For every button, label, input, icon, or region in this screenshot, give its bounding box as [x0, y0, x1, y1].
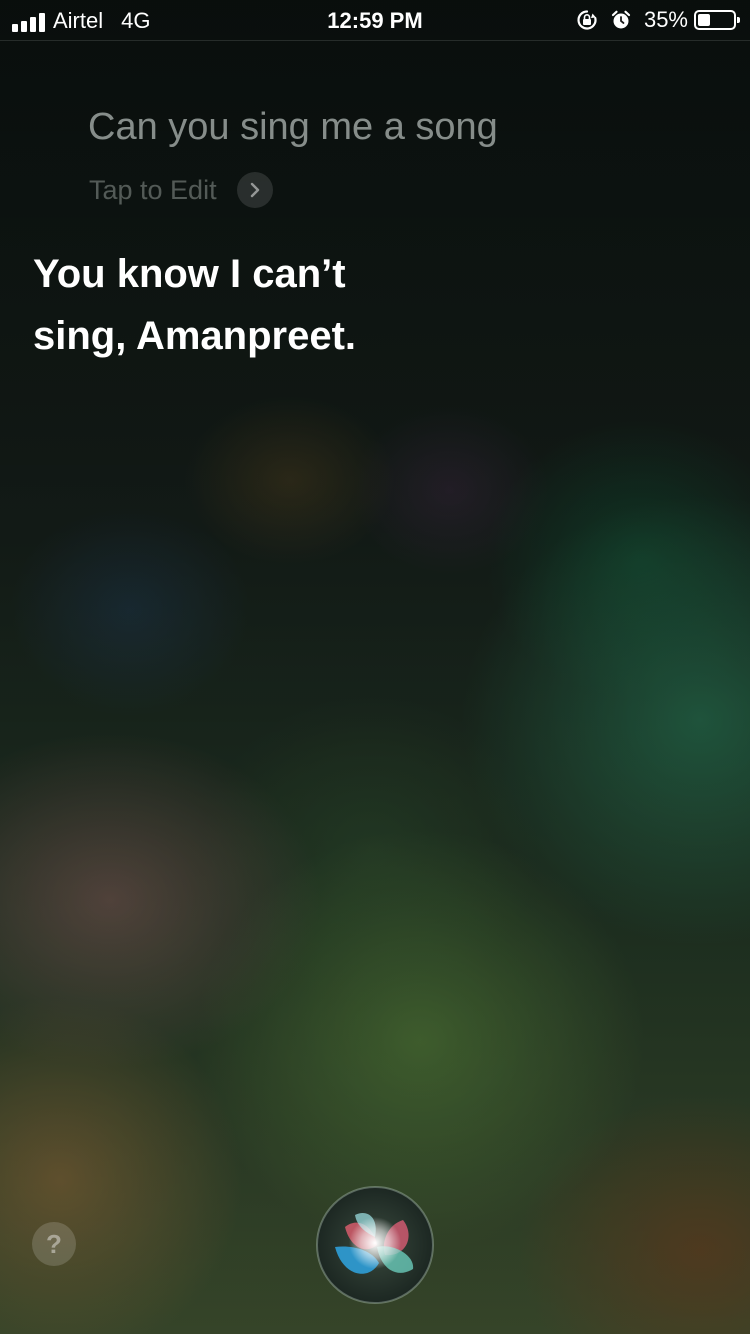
status-bar-right: 35%: [576, 7, 740, 33]
tap-to-edit-label: Tap to Edit: [89, 174, 217, 205]
chevron-right-icon[interactable]: [236, 172, 273, 208]
siri-response: You know I can’t sing, Amanpreet.: [33, 243, 593, 367]
battery-icon: [694, 10, 740, 30]
help-button[interactable]: ?: [32, 1222, 76, 1266]
siri-orb-button[interactable]: [315, 1185, 435, 1305]
siri-orb-icon: [316, 1186, 434, 1304]
tap-to-edit-button[interactable]: Tap to Edit: [89, 172, 273, 208]
battery-level-fill: [698, 14, 710, 26]
siri-query-text[interactable]: Can you sing me a song: [88, 106, 498, 149]
orientation-lock-icon: [576, 9, 598, 31]
battery-nub: [737, 17, 740, 23]
battery-percentage: 35%: [643, 7, 688, 32]
status-bar: Airtel 4G 12:59 PM 35%: [0, 0, 750, 41]
alarm-icon: [610, 9, 632, 31]
siri-response-line-1: You know I can’t: [33, 252, 346, 296]
siri-response-line-2: sing, Amanpreet.: [33, 314, 357, 358]
